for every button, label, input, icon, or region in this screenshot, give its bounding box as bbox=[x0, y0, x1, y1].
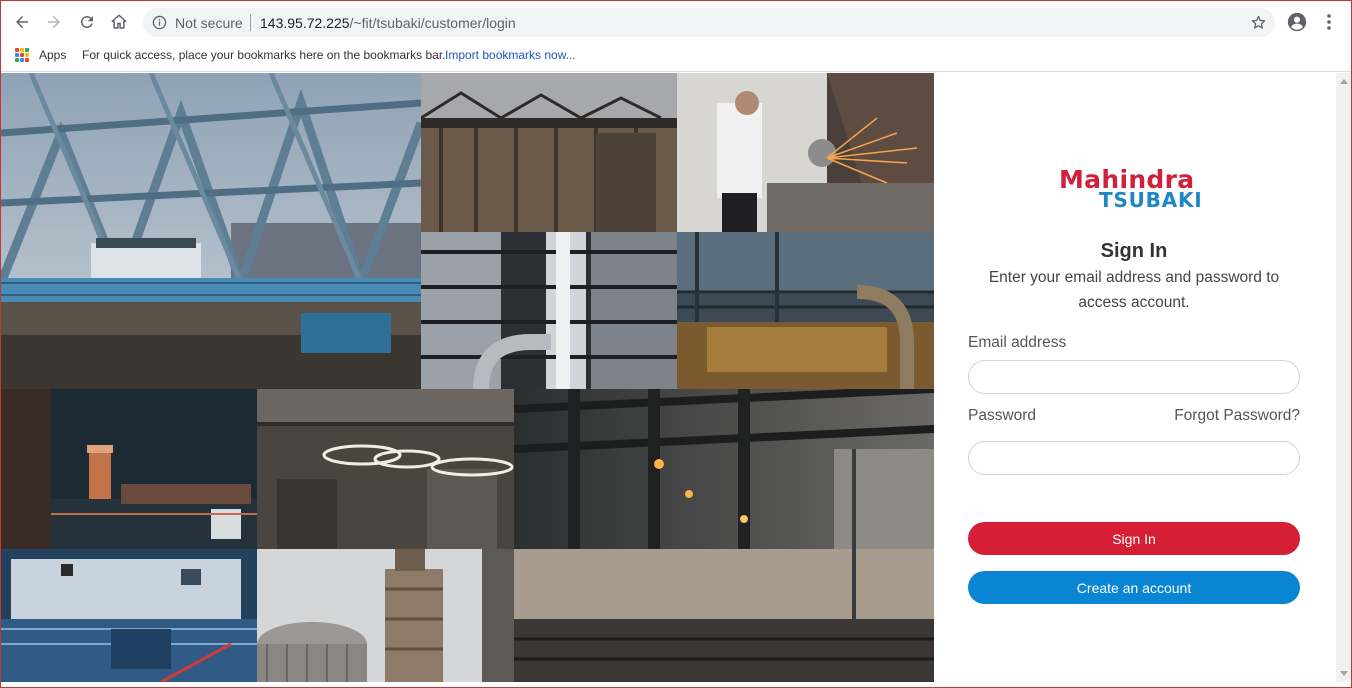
back-arrow-icon[interactable] bbox=[10, 10, 34, 34]
browser-toolbar: Not secure 143.95.72.225/~fit/tsubaki/cu… bbox=[0, 0, 1352, 44]
logo-tsubaki-text: TSUBAKI bbox=[1099, 188, 1203, 212]
address-bar[interactable]: Not secure 143.95.72.225/~fit/tsubaki/cu… bbox=[143, 8, 1275, 37]
factory-night-photo bbox=[1, 389, 257, 549]
scroll-up-arrow-icon[interactable] bbox=[1340, 79, 1348, 84]
signin-button[interactable]: Sign In bbox=[968, 522, 1300, 555]
info-icon[interactable] bbox=[152, 15, 167, 30]
steel-bridge-photo bbox=[1, 73, 421, 389]
email-label: Email address bbox=[968, 334, 1067, 351]
import-bookmarks-link[interactable]: Import bookmarks now... bbox=[445, 48, 576, 62]
factory-hall-lights-photo bbox=[514, 389, 934, 682]
password-field[interactable] bbox=[968, 441, 1300, 475]
steel-plant-interior-photo bbox=[677, 232, 934, 389]
address-separator bbox=[250, 14, 251, 31]
reload-icon[interactable] bbox=[75, 10, 99, 34]
mahindra-tsubaki-logo: Mahindra TSUBAKI bbox=[1059, 167, 1211, 217]
security-label: Not secure bbox=[175, 15, 243, 31]
url-text[interactable]: 143.95.72.225/~fit/tsubaki/customer/logi… bbox=[260, 15, 516, 31]
signin-title: Sign In bbox=[1100, 240, 1168, 262]
ring-lights-factory-photo bbox=[257, 389, 514, 549]
apps-link[interactable]: Apps bbox=[39, 48, 66, 62]
url-host: 143.95.72.225 bbox=[260, 15, 350, 31]
industrial-photo-collage bbox=[1, 73, 934, 682]
ship-deck-photo bbox=[1, 549, 257, 682]
bookmark-star-icon[interactable] bbox=[1250, 14, 1267, 31]
scroll-down-arrow-icon[interactable] bbox=[1340, 671, 1348, 676]
apps-grid-icon[interactable] bbox=[15, 48, 29, 62]
worker-grinding-sparks-photo bbox=[677, 73, 934, 232]
home-icon[interactable] bbox=[107, 10, 131, 34]
password-label: Password bbox=[968, 407, 1037, 424]
url-path: /~fit/tsubaki/customer/login bbox=[349, 15, 516, 31]
account-icon[interactable] bbox=[1286, 11, 1308, 33]
bookmarks-bar: Apps For quick access, place your bookma… bbox=[0, 44, 1352, 72]
email-field[interactable] bbox=[968, 360, 1300, 394]
create-account-button[interactable]: Create an account bbox=[968, 571, 1300, 604]
industrial-silos-photo bbox=[421, 73, 677, 232]
pipes-and-tanks-photo bbox=[421, 232, 677, 389]
signin-subtitle: Enter your email address and password to… bbox=[988, 269, 1280, 311]
forward-arrow-icon[interactable] bbox=[42, 10, 66, 34]
bookmarks-hint: For quick access, place your bookmarks h… bbox=[82, 48, 446, 62]
chimney-tower-photo bbox=[257, 549, 514, 682]
forgot-password-link[interactable]: Forgot Password? bbox=[1174, 407, 1300, 425]
signin-panel: Mahindra TSUBAKI Sign In Enter your emai… bbox=[934, 73, 1336, 682]
more-menu-icon[interactable] bbox=[1320, 12, 1338, 32]
page-scrollbar[interactable] bbox=[1336, 73, 1351, 682]
